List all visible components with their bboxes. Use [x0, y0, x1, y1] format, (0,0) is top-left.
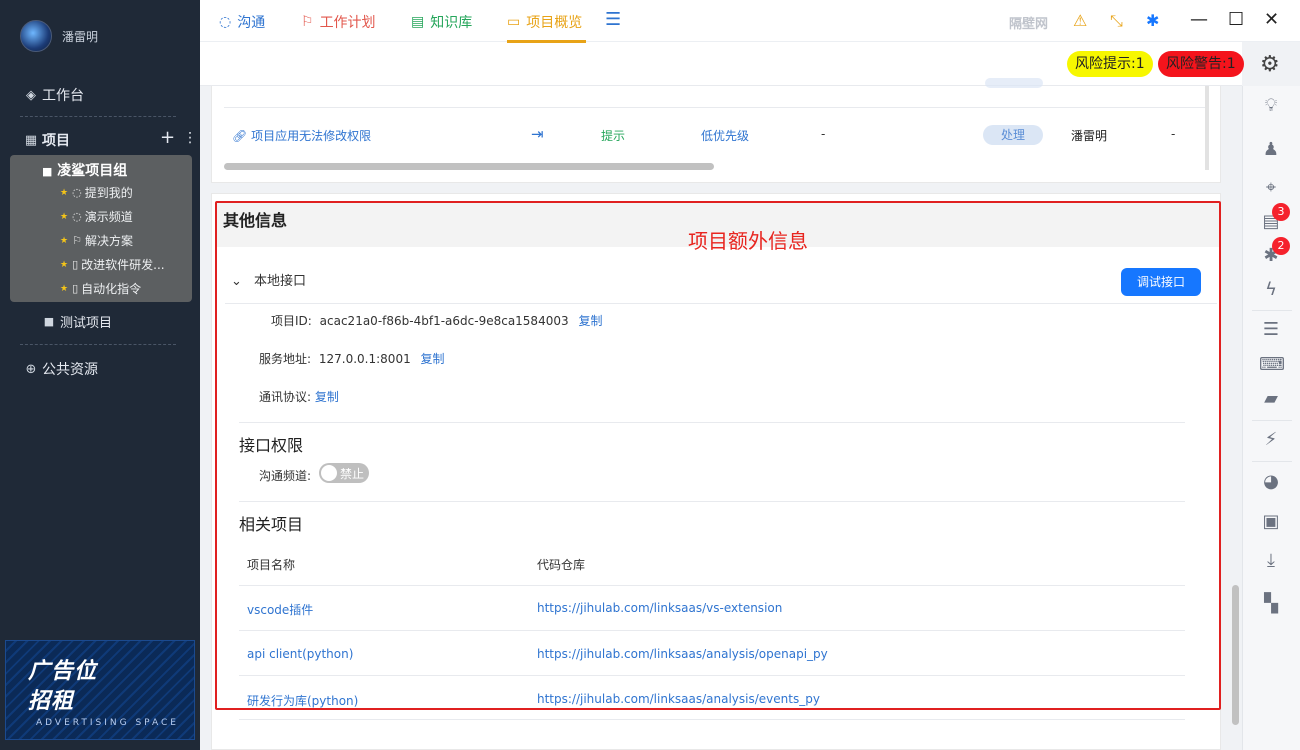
doc-icon: ▤	[411, 14, 425, 30]
folder-icon: ■	[42, 165, 53, 178]
handle-button[interactable]: 处理	[983, 125, 1043, 145]
star-icon: ★	[60, 187, 69, 198]
tab-knowledge[interactable]: ▤ 知识库	[411, 12, 472, 32]
divider	[20, 344, 176, 345]
chat-icon: ◌	[219, 14, 232, 30]
ad-line1: 广告位	[28, 659, 98, 684]
cube-icon: ◈	[26, 87, 36, 103]
tab-chat[interactable]: ◌ 沟通	[219, 12, 265, 32]
project-group-title[interactable]: ■ 凌鲨项目组	[42, 160, 127, 180]
risk-warning-badge[interactable]: 风险警告:1	[1158, 51, 1244, 77]
sidebar-item-workbench[interactable]: ◈ 工作台	[24, 85, 84, 105]
sidebar-item-demo-channel[interactable]: ★ ◌ 演示频道	[60, 208, 133, 225]
doc-count-badge: 3	[1272, 203, 1290, 221]
user-name: 潘雷明	[62, 29, 99, 44]
add-project-icon[interactable]: +	[160, 127, 175, 149]
chat-icon: ◌	[72, 210, 82, 223]
flag-icon: ⚐	[72, 234, 82, 247]
user-profile[interactable]: 潘雷明	[20, 20, 98, 52]
doc-icon: ▯	[72, 258, 79, 271]
sidebar-item-mentions[interactable]: ★ ◌ 提到我的	[60, 184, 133, 201]
partial-button	[985, 78, 1043, 88]
minimize-icon[interactable]: —	[1190, 9, 1208, 30]
divider	[20, 116, 176, 117]
star-icon: ★	[60, 235, 69, 246]
bug-icon[interactable]: ✱	[1146, 11, 1159, 30]
globe-icon: ⊕	[25, 361, 37, 377]
issue-field: -	[821, 127, 826, 141]
folder-settings-icon[interactable]: ▰	[1259, 387, 1283, 411]
star-icon: ★	[60, 283, 69, 294]
star-icon: ★	[60, 211, 69, 222]
chat-icon: ◌	[72, 186, 82, 199]
tab-work-plan[interactable]: ⚐ 工作计划	[301, 12, 376, 32]
link-icon: 🔗︎	[232, 129, 248, 143]
ad-line2: 招租	[28, 689, 75, 714]
star-icon: ★	[60, 259, 69, 270]
divider	[1252, 461, 1292, 462]
table-scrollbar[interactable]	[1205, 86, 1209, 170]
overview-icon: ▭	[507, 14, 521, 30]
flag-icon: ⚐	[301, 14, 314, 30]
issue-title-link[interactable]: 🔗︎ 项目应用无法修改权限	[232, 127, 371, 144]
divider	[1252, 420, 1292, 421]
divider	[1252, 310, 1292, 311]
sidebar-item-automation[interactable]: ★ ▯ 自动化指令	[60, 280, 141, 297]
ad-subtitle: ADVERTISING SPACE	[36, 718, 179, 728]
issue-owner: 潘雷明	[1071, 129, 1108, 143]
sidebar-item-test-project[interactable]: ■ 测试项目	[42, 312, 112, 331]
grid-icon: ▦	[24, 132, 38, 148]
open-icon[interactable]: ⇥	[531, 125, 544, 143]
doc-icon: ▯	[72, 282, 79, 295]
issue-priority: 低优先级	[701, 129, 750, 143]
close-icon[interactable]: ✕	[1264, 9, 1279, 30]
pie-chart-icon[interactable]: ◕	[1259, 470, 1283, 494]
server-icon[interactable]: ☰	[1259, 318, 1283, 342]
download-icon[interactable]: ⤓	[1259, 549, 1283, 573]
plug-icon[interactable]: ⚡︎	[1259, 428, 1283, 452]
sidebar-item-solution[interactable]: ★ ⚐ 解决方案	[60, 232, 133, 249]
vertical-scrollbar[interactable]	[1232, 585, 1239, 725]
member-icon[interactable]: ♟	[1259, 138, 1283, 162]
bug-count-badge: 2	[1272, 237, 1290, 255]
sidebar-item-projects[interactable]: ▦ 项目	[24, 130, 70, 150]
menu-icon[interactable]: ☰	[605, 9, 621, 30]
sidebar-item-label: 工作台	[42, 88, 84, 104]
divider	[239, 719, 1185, 720]
risk-hint-badge[interactable]: 风险提示:1	[1067, 51, 1153, 77]
brand-logo: 隔壁网	[1009, 17, 1049, 32]
event-icon[interactable]: ϟ	[1259, 278, 1283, 302]
left-sidebar: 潘雷明 ◈ 工作台 ▦ 项目 + ⋮ ■ 凌鲨项目组 ★ ◌ 提到我的 ★ ◌ …	[0, 0, 200, 750]
location-icon[interactable]: ⌖	[1259, 176, 1283, 200]
terminal-icon[interactable]: ⌨	[1259, 353, 1285, 377]
ad-banner[interactable]: 广告位 招租 ADVERTISING SPACE	[5, 640, 195, 740]
annotation-highlight-box	[215, 201, 1221, 710]
more-icon[interactable]: ⋮	[183, 127, 197, 149]
alarm-icon[interactable]: ⚠	[1073, 11, 1087, 30]
bulb-icon[interactable]: 💡︎	[1259, 94, 1283, 118]
divider	[224, 107, 1206, 108]
maximize-icon[interactable]: ☐	[1228, 9, 1244, 30]
apps-icon[interactable]: ▚	[1259, 592, 1283, 616]
issue-level: 提示	[601, 129, 626, 143]
issue-field: -	[1171, 127, 1176, 141]
tab-overview[interactable]: ▭ 项目概览	[507, 12, 582, 32]
horizontal-scrollbar[interactable]	[224, 163, 714, 170]
sidebar-item-improve[interactable]: ★ ▯ 改进软件研发...	[60, 256, 165, 273]
sidebar-item-label: 项目	[42, 133, 70, 149]
gear-icon[interactable]: ⚙	[1260, 52, 1280, 77]
shrink-icon[interactable]: ⤡	[1110, 11, 1123, 31]
avatar[interactable]	[20, 20, 52, 52]
active-tab-indicator	[507, 40, 586, 43]
project-actions: + ⋮	[160, 127, 197, 149]
sidebar-item-public[interactable]: ⊕ 公共资源	[24, 359, 98, 379]
schedule-icon[interactable]: ▣	[1259, 510, 1283, 534]
folder-icon: ■	[43, 315, 55, 328]
